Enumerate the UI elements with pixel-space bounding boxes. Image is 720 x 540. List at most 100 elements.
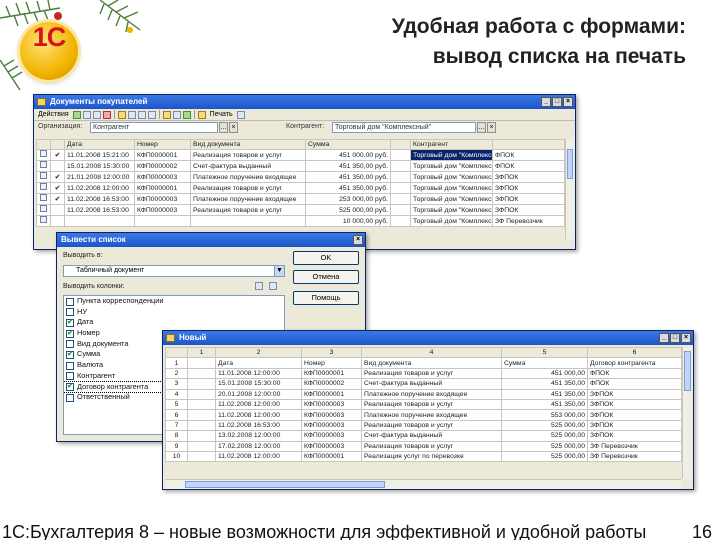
result-contract[interactable]: ФПОК	[587, 378, 682, 390]
result-cell[interactable]	[187, 388, 216, 400]
post-icon[interactable]	[117, 110, 126, 119]
row-number[interactable]: 2	[165, 367, 188, 380]
result-header-date[interactable]: Дата	[215, 357, 302, 369]
posted-check[interactable]: ✔	[50, 149, 65, 162]
result-kind[interactable]: Реализация услуг по перевозке	[361, 450, 502, 463]
document-number[interactable]: КФП0000001	[134, 149, 191, 162]
column-header[interactable]	[390, 138, 411, 151]
checkbox[interactable]: ✔	[66, 318, 74, 327]
document-row[interactable]: ✔ 11.02.2008 16:53:00 КФП0000003 Платежное …	[36, 193, 565, 206]
result-date[interactable]: 15.01.2008 15:30:00	[215, 378, 302, 390]
uncheck-all-icon[interactable]	[269, 282, 277, 290]
document-sum[interactable]: 525 000,00 руб.	[305, 204, 391, 217]
result-sum[interactable]: 451 350,00	[501, 388, 588, 400]
document-kind[interactable]: Платежное поручение входящее	[190, 193, 306, 206]
delete-icon[interactable]	[102, 110, 111, 119]
document-sum[interactable]: 451 000,00 руб.	[305, 149, 391, 162]
result-kind[interactable]: Платежное поручение входящее	[361, 409, 502, 421]
result-number[interactable]: КФП0000001	[301, 450, 362, 463]
column-option[interactable]: ✔ Дата	[64, 317, 284, 328]
document-number[interactable]: КФП0000003	[134, 193, 191, 206]
document-kind[interactable]: Платежное поручение входящее	[190, 171, 306, 184]
row-number[interactable]: 5	[165, 398, 188, 411]
document-date[interactable]: 11.01.2008 15:21:00	[64, 149, 135, 162]
result-number[interactable]: КФП0000003	[301, 440, 362, 452]
document-organization[interactable]: ЗФПОК	[492, 204, 565, 217]
result-kind[interactable]: Реализация товаров и услуг	[361, 419, 502, 432]
document-organization[interactable]: ФПОК	[492, 160, 565, 173]
posted-check[interactable]: ✔	[50, 193, 65, 206]
counterparty-input[interactable]: Торговый дом "Комплексный"	[332, 122, 476, 133]
document-row[interactable]: 11.02.2008 16:53:00 КФП0000003 Реализация …	[36, 204, 565, 217]
dialog-close-button[interactable]: ×	[353, 235, 363, 245]
row-number[interactable]: 7	[165, 419, 188, 432]
result-contract[interactable]: ФПОК	[587, 367, 682, 380]
document-cell[interactable]	[390, 171, 411, 184]
checkbox[interactable]	[66, 297, 74, 306]
organization-select-button[interactable]: …	[219, 122, 228, 133]
document-organization[interactable]: ЗФПОК	[492, 171, 565, 184]
column-header-counterparty[interactable]: Контрагент	[410, 138, 493, 151]
row-number[interactable]: 10	[165, 450, 188, 463]
document-number[interactable]: КФП0000003	[134, 204, 191, 217]
result-number[interactable]: КФП0000001	[301, 388, 362, 400]
document-type-icon[interactable]	[36, 193, 51, 206]
result-contract[interactable]: ЗФПОК	[587, 398, 682, 411]
checkbox[interactable]	[66, 308, 74, 317]
result-contract[interactable]: ЗФ Перевозчик	[587, 440, 682, 452]
document-counterparty[interactable]: Торговый дом "Комплексный"	[410, 149, 493, 162]
ok-button[interactable]: OK	[293, 251, 359, 265]
copy-icon[interactable]	[82, 110, 91, 119]
posted-check[interactable]	[50, 204, 65, 217]
dialog-titlebar[interactable]: Вывести список ×	[57, 233, 365, 247]
scrollbar-thumb[interactable]	[567, 149, 573, 179]
document-type-icon[interactable]	[36, 149, 51, 162]
posted-check[interactable]: ✔	[50, 182, 65, 195]
result-kind[interactable]: Реализация товаров и услуг	[361, 440, 502, 452]
maximize-button[interactable]: □	[552, 97, 562, 107]
document-counterparty[interactable]: Торговый дом "Комплексный"	[410, 160, 493, 173]
document-cell[interactable]	[390, 193, 411, 206]
document-sum[interactable]: 253 000,00 руб.	[305, 193, 391, 206]
column-option[interactable]: Пункта корреспонденции	[64, 296, 284, 307]
result-cell[interactable]	[187, 409, 216, 421]
result-date[interactable]: 17.02.2008 12:00:00	[215, 440, 302, 452]
result-number[interactable]: КФП0000003	[301, 419, 362, 432]
edit-icon[interactable]	[92, 110, 101, 119]
document-sum[interactable]: 451 350,00 руб.	[305, 182, 391, 195]
result-contract[interactable]: ЗФПОК	[587, 419, 682, 432]
result-number[interactable]: КФП0000003	[301, 409, 362, 421]
chevron-down-icon[interactable]: ▼	[274, 266, 284, 276]
column-number[interactable]: 2	[215, 346, 302, 359]
result-sum[interactable]: 525 000,00	[501, 430, 588, 442]
checkbox[interactable]: ✔	[66, 329, 74, 338]
result-number[interactable]: КФП0000003	[301, 398, 362, 411]
documents-vertical-scrollbar[interactable]	[565, 139, 574, 239]
document-kind[interactable]: Счет-фактура выданный	[190, 160, 306, 173]
column-number[interactable]: 5	[501, 346, 588, 359]
unpost-icon[interactable]	[127, 110, 136, 119]
document-sum[interactable]: 10 000,00 руб.	[305, 215, 391, 228]
result-sum[interactable]: 451 350,00	[501, 378, 588, 390]
result-date[interactable]: 11.02.2008 12:00:00	[215, 450, 302, 463]
document-kind[interactable]	[190, 215, 306, 228]
column-header-number[interactable]: Номер	[134, 138, 191, 151]
row-number[interactable]: 1	[165, 357, 188, 369]
column-header[interactable]	[492, 138, 565, 151]
document-organization[interactable]: ЗФПОК	[492, 193, 565, 206]
document-organization[interactable]: ФПОК	[492, 149, 565, 162]
document-row[interactable]: ✔ 11.02.2008 12:00:00 КФП0000001 Реализация…	[36, 182, 565, 195]
document-kind[interactable]: Реализация товаров и услуг	[190, 182, 306, 195]
scrollbar-thumb[interactable]	[185, 481, 385, 488]
based-on-icon[interactable]	[182, 110, 191, 119]
document-cell[interactable]	[390, 215, 411, 228]
document-cell[interactable]	[390, 204, 411, 217]
row-number[interactable]: 6	[165, 409, 188, 421]
result-kind[interactable]: Счет-фактура выданный	[361, 430, 502, 442]
column-header-kind[interactable]: Вид документа	[190, 138, 306, 151]
result-sum[interactable]: 451 350,00	[501, 398, 588, 411]
close-button[interactable]: ×	[563, 97, 573, 107]
result-contract[interactable]: ЗФПОК	[587, 430, 682, 442]
document-kind[interactable]: Реализация товаров и услуг	[190, 149, 306, 162]
row-number[interactable]: 9	[165, 440, 188, 452]
